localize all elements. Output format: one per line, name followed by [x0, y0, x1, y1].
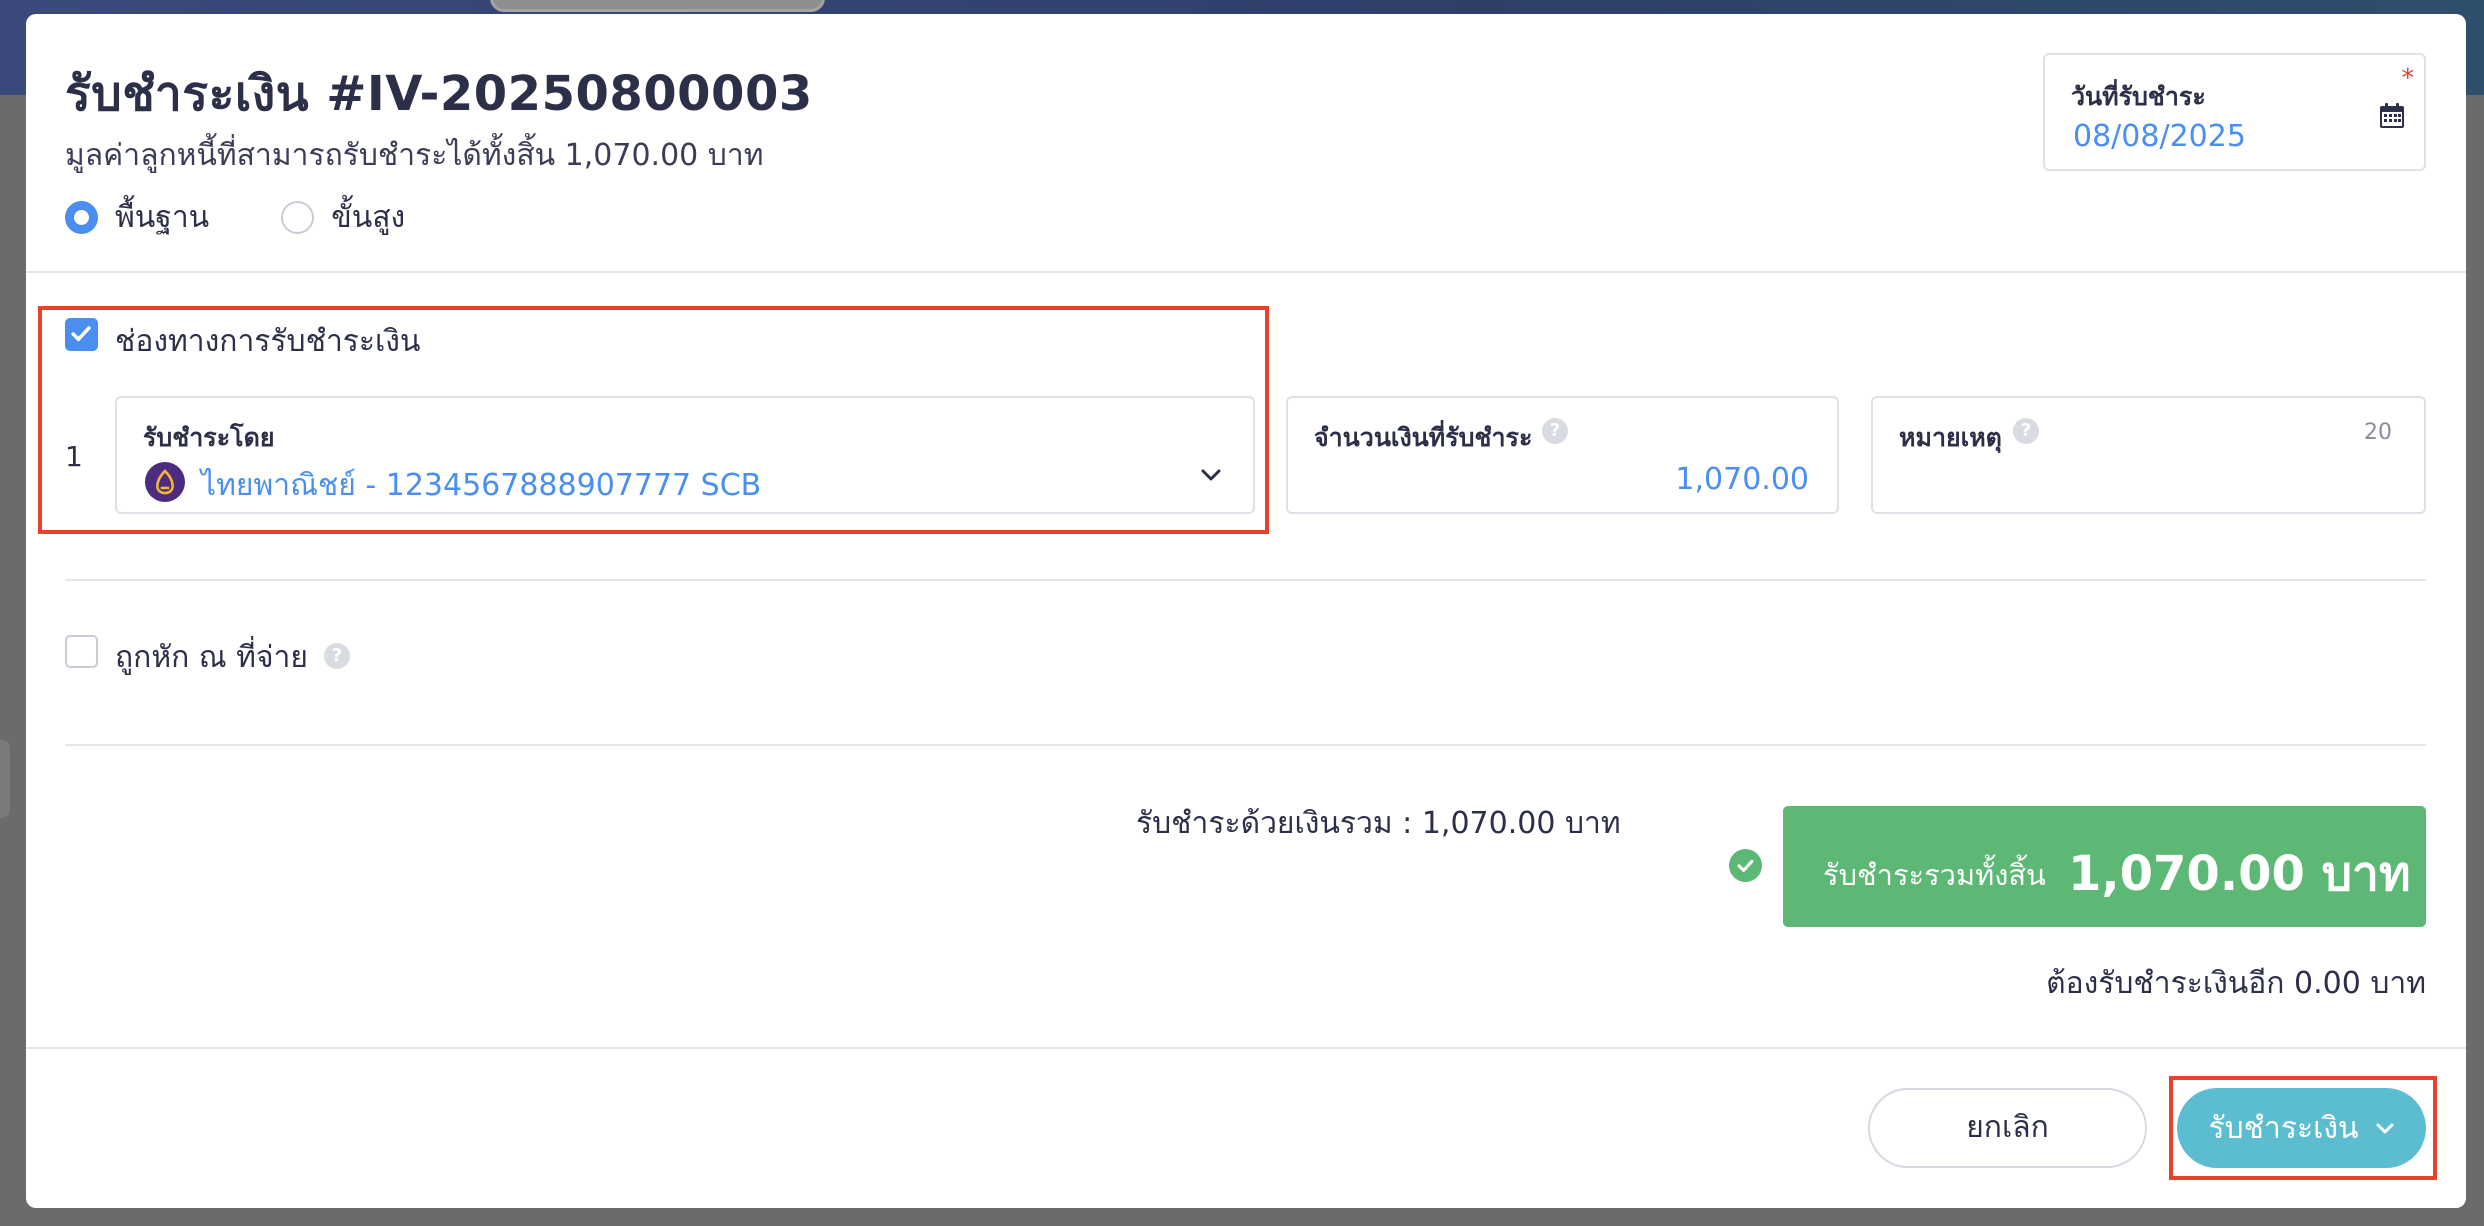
modal-title: รับชำระเงิน #IV-20250800003 [65, 66, 813, 122]
note-char-counter: 20 [2364, 420, 2392, 445]
chevron-down-icon[interactable] [1200, 464, 1222, 486]
payment-amount-value: 1,070.00 [1675, 462, 1809, 497]
section-divider [65, 744, 2426, 746]
grand-total-amount: 1,070.00 บาท [2068, 846, 2411, 902]
background-side-tab [0, 740, 10, 818]
chevron-down-icon [2376, 1123, 2393, 1134]
check-circle-icon [1729, 849, 1762, 882]
payment-amount-field[interactable]: จำนวนเงินที่รับชำระ ? 1,070.00 [1286, 396, 1839, 514]
help-icon[interactable]: ? [324, 643, 350, 669]
grand-total-banner: รับชำระรวมทั้งสิ้น 1,070.00 บาท [1783, 806, 2426, 927]
calendar-icon[interactable] [2379, 103, 2405, 129]
mode-radio-group: พื้นฐาน ขั้นสูง [65, 194, 477, 241]
payment-method-value: ไทยพาณิชย์ - 1234567888907777 SCB [201, 468, 762, 503]
payment-modal: รับชำระเงิน #IV-20250800003 มูลค่าลูกหนี… [26, 14, 2466, 1208]
radio-advanced[interactable] [281, 201, 315, 234]
section-divider [65, 579, 2426, 581]
note-field[interactable]: หมายเหตุ ? 20 [1871, 396, 2426, 514]
payment-date-value: 08/08/2025 [2073, 119, 2246, 154]
remaining-amount-text: ต้องรับชำระเงินอีก 0.00 บาท [2046, 966, 2426, 1001]
help-icon[interactable]: ? [2013, 418, 2039, 444]
radio-basic-label[interactable]: พื้นฐาน [115, 194, 209, 241]
checkmark-icon [71, 326, 91, 342]
payment-date-label: วันที่รับชำระ [2071, 82, 2206, 111]
receive-payment-button[interactable]: รับชำระเงิน [2177, 1088, 2426, 1168]
receive-payment-label: รับชำระเงิน [2208, 1110, 2359, 1146]
cancel-button[interactable]: ยกเลิก [1868, 1088, 2147, 1168]
header-divider [26, 271, 2466, 273]
payment-channel-label[interactable]: ช่องทางการรับชำระเงิน [115, 318, 420, 365]
radio-basic[interactable] [65, 201, 98, 234]
payment-amount-label: จำนวนเงินที่รับชำระ [1314, 423, 1533, 452]
paid-total-text: รับชำระด้วยเงินรวม : 1,070.00 บาท [1136, 806, 1621, 841]
scb-bank-logo [145, 462, 185, 502]
withholding-tax-checkbox[interactable] [65, 635, 98, 668]
withholding-tax-label[interactable]: ถูกหัก ณ ที่จ่าย [115, 634, 308, 681]
grand-total-label: รับชำระรวมทั้งสิ้น [1823, 858, 2046, 892]
background-pill [490, 0, 825, 12]
required-mark: * [2401, 63, 2415, 92]
note-label: หมายเหตุ [1899, 423, 2002, 452]
payment-row-index: 1 [65, 440, 83, 473]
payment-method-label: รับชำระโดย [143, 423, 275, 452]
payment-method-select[interactable]: รับชำระโดย ไทยพาณิชย์ - 1234567888907777… [115, 396, 1255, 514]
receivable-amount-text: มูลค่าลูกหนี้ที่สามารถรับชำระได้ทั้งสิ้น… [65, 138, 764, 173]
help-icon[interactable]: ? [1542, 418, 1568, 444]
payment-date-field[interactable]: วันที่รับชำระ * 08/08/2025 [2043, 53, 2426, 171]
payment-channel-checkbox[interactable] [65, 318, 98, 351]
footer-divider [26, 1047, 2466, 1049]
radio-advanced-label[interactable]: ขั้นสูง [331, 194, 405, 241]
